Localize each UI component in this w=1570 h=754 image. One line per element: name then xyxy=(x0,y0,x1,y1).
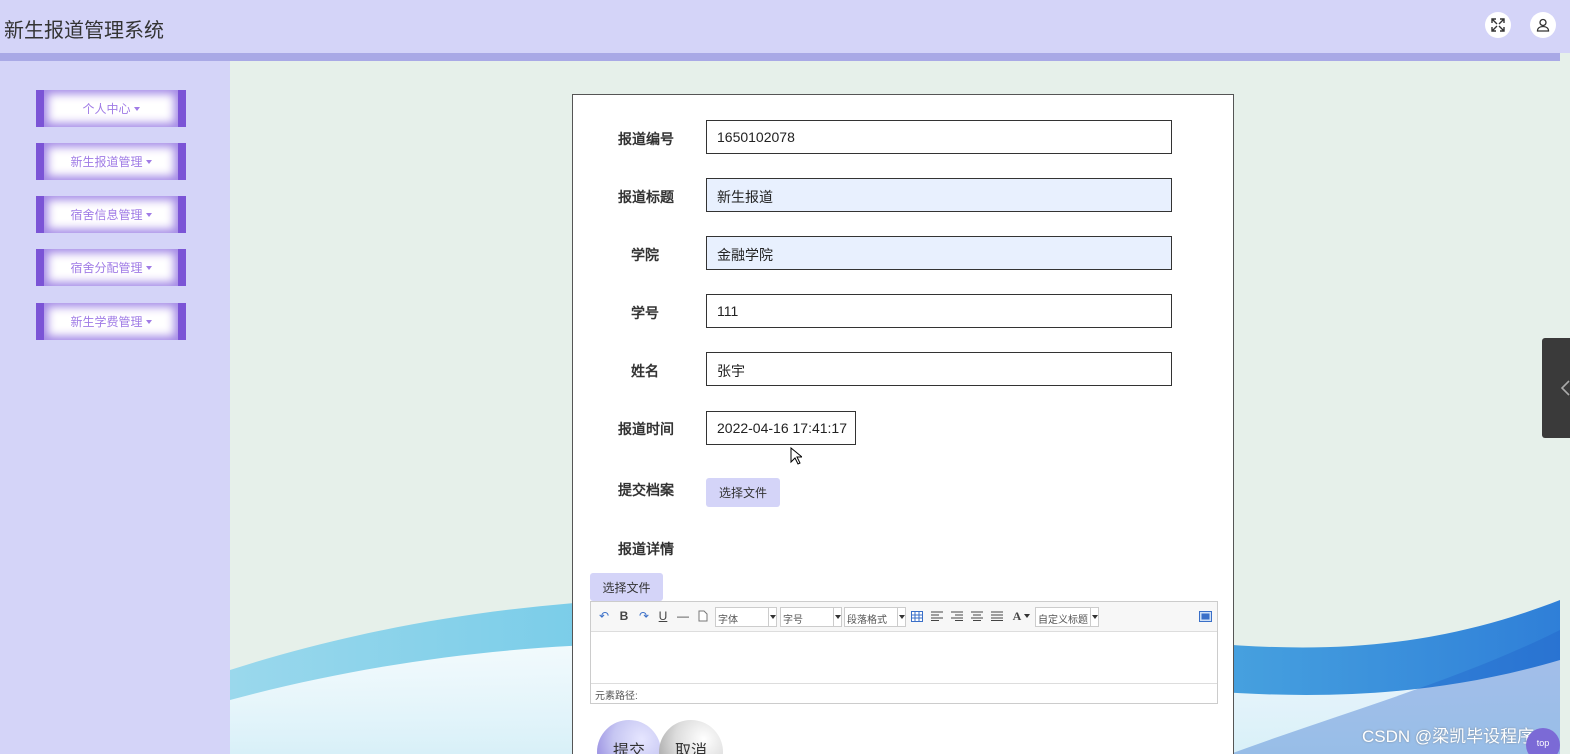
custom-title-select[interactable]: 自定义标题 xyxy=(1035,607,1099,627)
cancel-label: 取消 xyxy=(675,743,708,754)
caret-down-icon xyxy=(145,159,152,164)
submit-label: 提交 xyxy=(613,743,646,754)
college-label: 学院 xyxy=(631,247,659,263)
align-justify-icon[interactable] xyxy=(989,608,1005,624)
report-title-label: 报道标题 xyxy=(618,189,674,205)
blank-page-icon[interactable] xyxy=(695,608,711,624)
editor-status-bar: 元素路径: xyxy=(591,683,1217,703)
student-no-input[interactable]: 111 xyxy=(706,294,1172,328)
user-button[interactable] xyxy=(1530,12,1556,38)
custom-title-label: 自定义标题 xyxy=(1038,615,1088,626)
preview-icon[interactable] xyxy=(1197,608,1213,624)
sidebar-item-label: 个人中心 xyxy=(82,102,131,116)
paragraph-format-label: 段落格式 xyxy=(847,615,887,626)
details-file-button[interactable]: 选择文件 xyxy=(590,573,663,601)
sidebar-item-label: 宿舍信息管理 xyxy=(70,208,143,222)
report-no-input[interactable]: 1650102078 xyxy=(706,120,1172,154)
cancel-button[interactable]: 取消 xyxy=(659,720,723,754)
font-size-select[interactable]: 字号 xyxy=(780,607,842,627)
app-title: 新生报道管理系统 xyxy=(4,20,164,42)
table-icon[interactable] xyxy=(909,608,925,624)
font-color-dropdown-icon[interactable] xyxy=(1023,608,1031,624)
fullscreen-icon xyxy=(1491,18,1505,32)
caret-down-icon xyxy=(145,212,152,217)
archive-file-button[interactable]: 选择文件 xyxy=(706,478,780,507)
rich-text-editor: ↶ B ↷ U — 字体 字号 段落格式 A 自定义标题 元素路径: xyxy=(590,601,1218,704)
user-icon xyxy=(1536,18,1550,32)
back-to-top-button[interactable]: top xyxy=(1526,728,1560,754)
sidebar-item-label: 宿舍分配管理 xyxy=(70,261,143,275)
sidebar-item-report-management[interactable]: 新生报道管理 xyxy=(36,143,186,180)
horizontal-rule-icon[interactable]: — xyxy=(675,608,691,624)
caret-down-icon xyxy=(145,265,152,270)
archive-label: 提交档案 xyxy=(618,482,674,498)
app-header: 新生报道管理系统 xyxy=(0,0,1570,53)
underline-icon[interactable]: U xyxy=(655,608,671,624)
paragraph-format-select[interactable]: 段落格式 xyxy=(844,607,906,627)
sidebar-item-label: 新生学费管理 xyxy=(70,315,143,329)
report-time-label: 报道时间 xyxy=(618,421,674,437)
undo-icon[interactable]: ↶ xyxy=(596,608,612,624)
student-no-label: 学号 xyxy=(631,305,659,321)
report-time-input[interactable]: 2022-04-16 17:41:17 xyxy=(706,411,856,445)
submit-button[interactable]: 提交 xyxy=(597,720,661,754)
details-label: 报道详情 xyxy=(618,541,674,557)
caret-down-icon xyxy=(133,106,140,111)
font-family-label: 字体 xyxy=(718,615,738,626)
report-edit-form: 报道编号 1650102078 报道标题 新生报道 学院 金融学院 学号 111… xyxy=(572,94,1234,754)
redo-icon[interactable]: ↷ xyxy=(636,608,652,624)
editor-content-area[interactable] xyxy=(591,632,1217,683)
watermark: CSDN @梁凯毕设程序 xyxy=(1362,727,1535,746)
name-label: 姓名 xyxy=(631,363,659,379)
name-input[interactable]: 张宇 xyxy=(706,352,1172,386)
sidebar-item-personal-center[interactable]: 个人中心 xyxy=(36,90,186,127)
college-input[interactable]: 金融学院 xyxy=(706,236,1172,270)
chevron-left-icon xyxy=(1560,380,1570,396)
report-title-input[interactable]: 新生报道 xyxy=(706,178,1172,212)
caret-down-icon xyxy=(145,319,152,324)
side-panel-toggle[interactable] xyxy=(1542,338,1570,438)
fullscreen-button[interactable] xyxy=(1485,12,1511,38)
sidebar-item-tuition[interactable]: 新生学费管理 xyxy=(36,303,186,340)
report-no-label: 报道编号 xyxy=(618,131,674,147)
align-center-icon[interactable] xyxy=(969,608,985,624)
sidebar-item-dorm-info[interactable]: 宿舍信息管理 xyxy=(36,196,186,233)
sidebar-item-dorm-allocation[interactable]: 宿舍分配管理 xyxy=(36,249,186,286)
sidebar-item-label: 新生报道管理 xyxy=(70,155,143,169)
header-divider xyxy=(0,53,1560,61)
align-left-icon[interactable] xyxy=(929,608,945,624)
mouse-cursor-icon xyxy=(790,447,802,465)
font-family-select[interactable]: 字体 xyxy=(715,607,777,627)
bold-icon[interactable]: B xyxy=(616,608,632,624)
align-right-icon[interactable] xyxy=(949,608,965,624)
font-size-label: 字号 xyxy=(783,615,803,626)
sidebar: 个人中心 新生报道管理 宿舍信息管理 宿舍分配管理 新生学费管理 xyxy=(0,61,230,754)
editor-toolbar: ↶ B ↷ U — 字体 字号 段落格式 A 自定义标题 xyxy=(591,602,1217,632)
